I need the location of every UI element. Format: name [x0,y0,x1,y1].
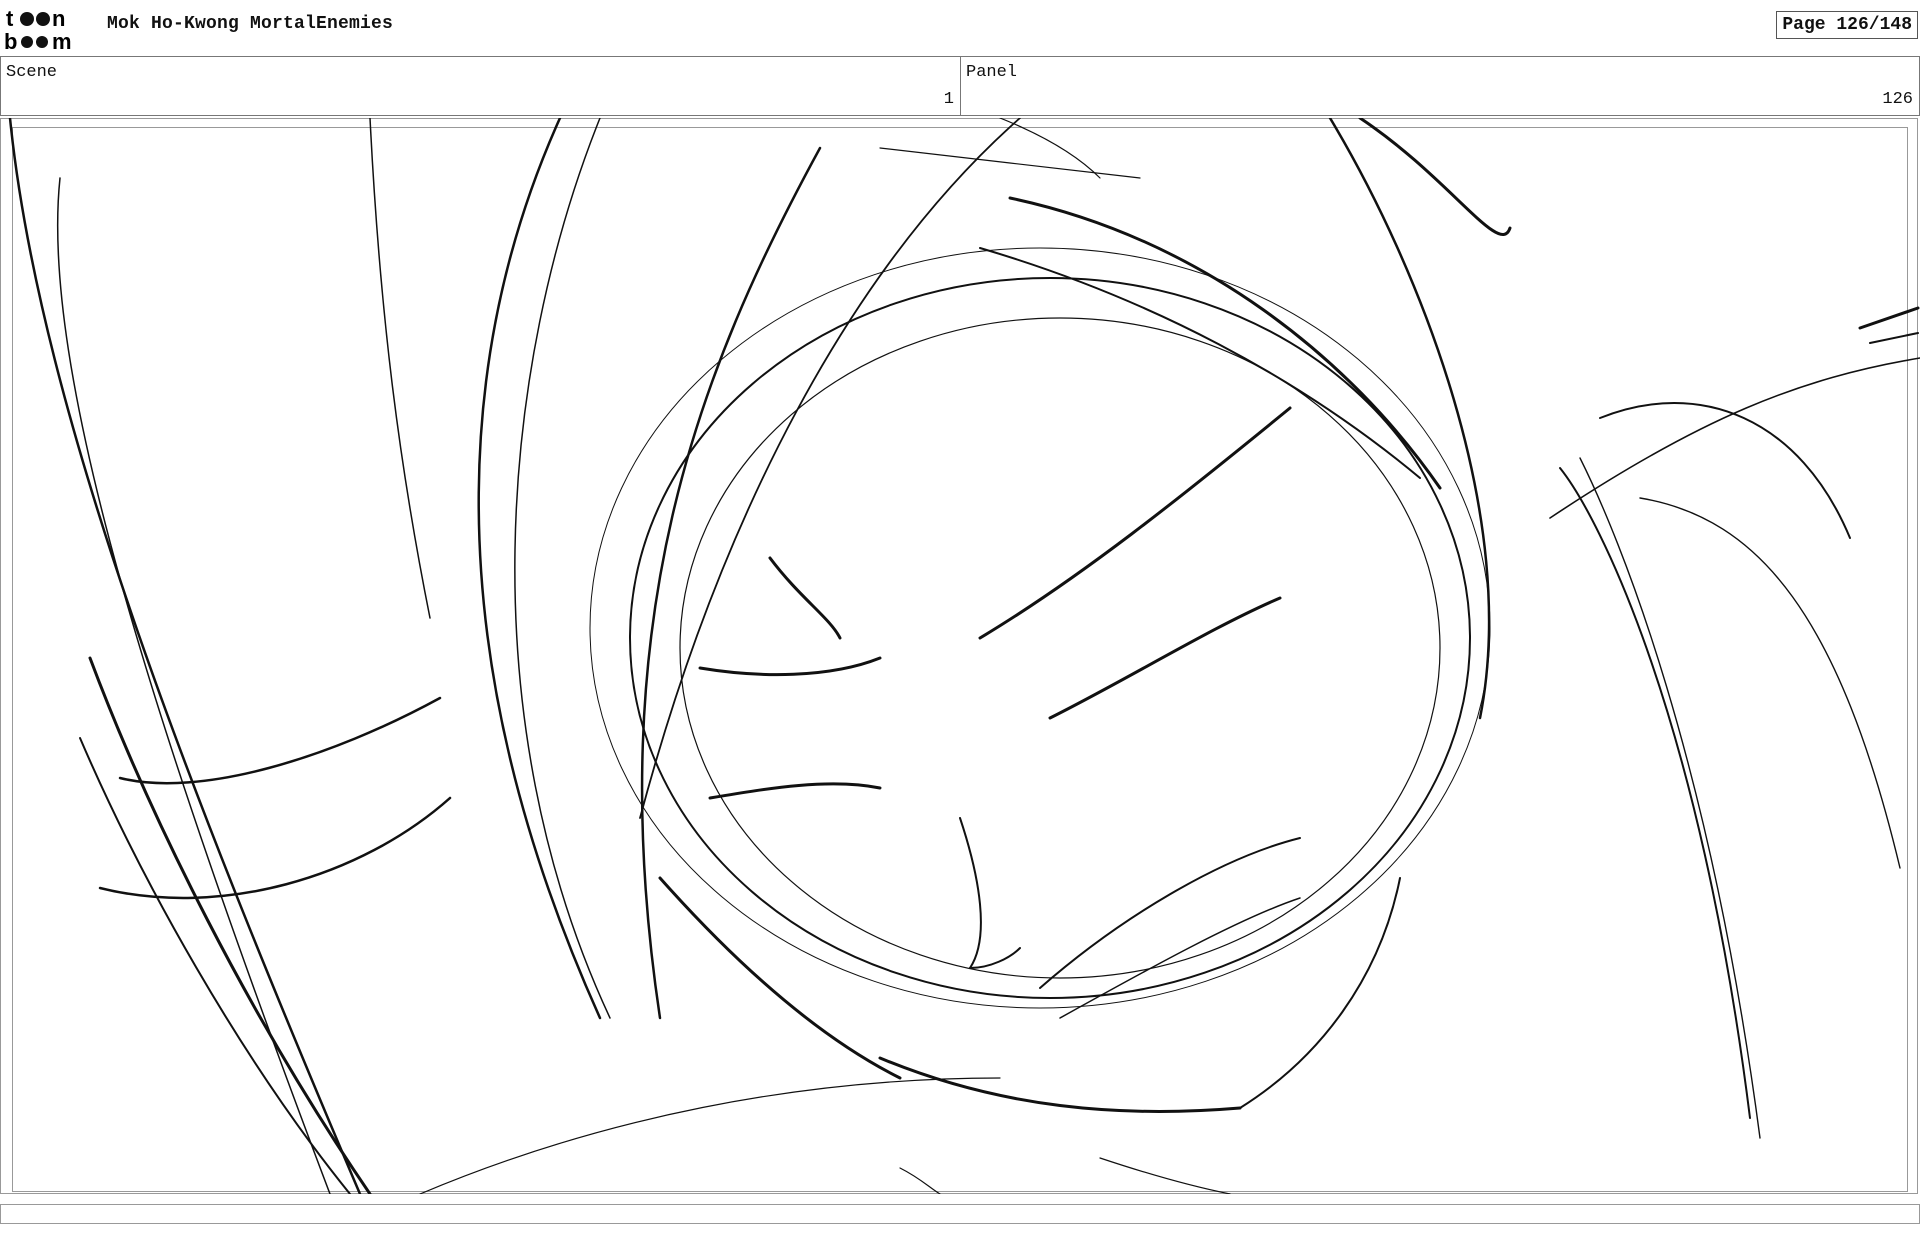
toon-boom-logo-icon: t n b m [4,6,72,52]
storyboard-sketch-icon [8,118,1920,1194]
jaw [658,876,1401,1113]
scene-label: Scene [6,63,58,82]
right-strokes [1549,306,1920,1139]
eyes [698,406,1292,800]
svg-text:m: m [52,29,72,52]
svg-text:t: t [6,6,14,31]
scene-panel-info-row: Scene 1 Panel 126 [0,56,1920,116]
footer-bar [0,1204,1920,1224]
panel-cell: Panel 126 [961,57,1919,115]
head-outline [589,247,1491,1009]
svg-text:b: b [4,29,17,52]
hair-strands [477,118,1512,1020]
project-title: Mok Ho-Kwong MortalEnemies [107,14,394,34]
svg-text:n: n [52,6,65,31]
left-strokes [8,118,452,1194]
panel-value: 126 [1882,90,1913,109]
scene-cell: Scene 1 [1,57,961,115]
scene-value: 1 [943,90,954,109]
nose-mouth [959,817,1301,1019]
page-indicator: Page 126/148 [1776,11,1918,39]
panel-label: Panel [966,63,1018,82]
